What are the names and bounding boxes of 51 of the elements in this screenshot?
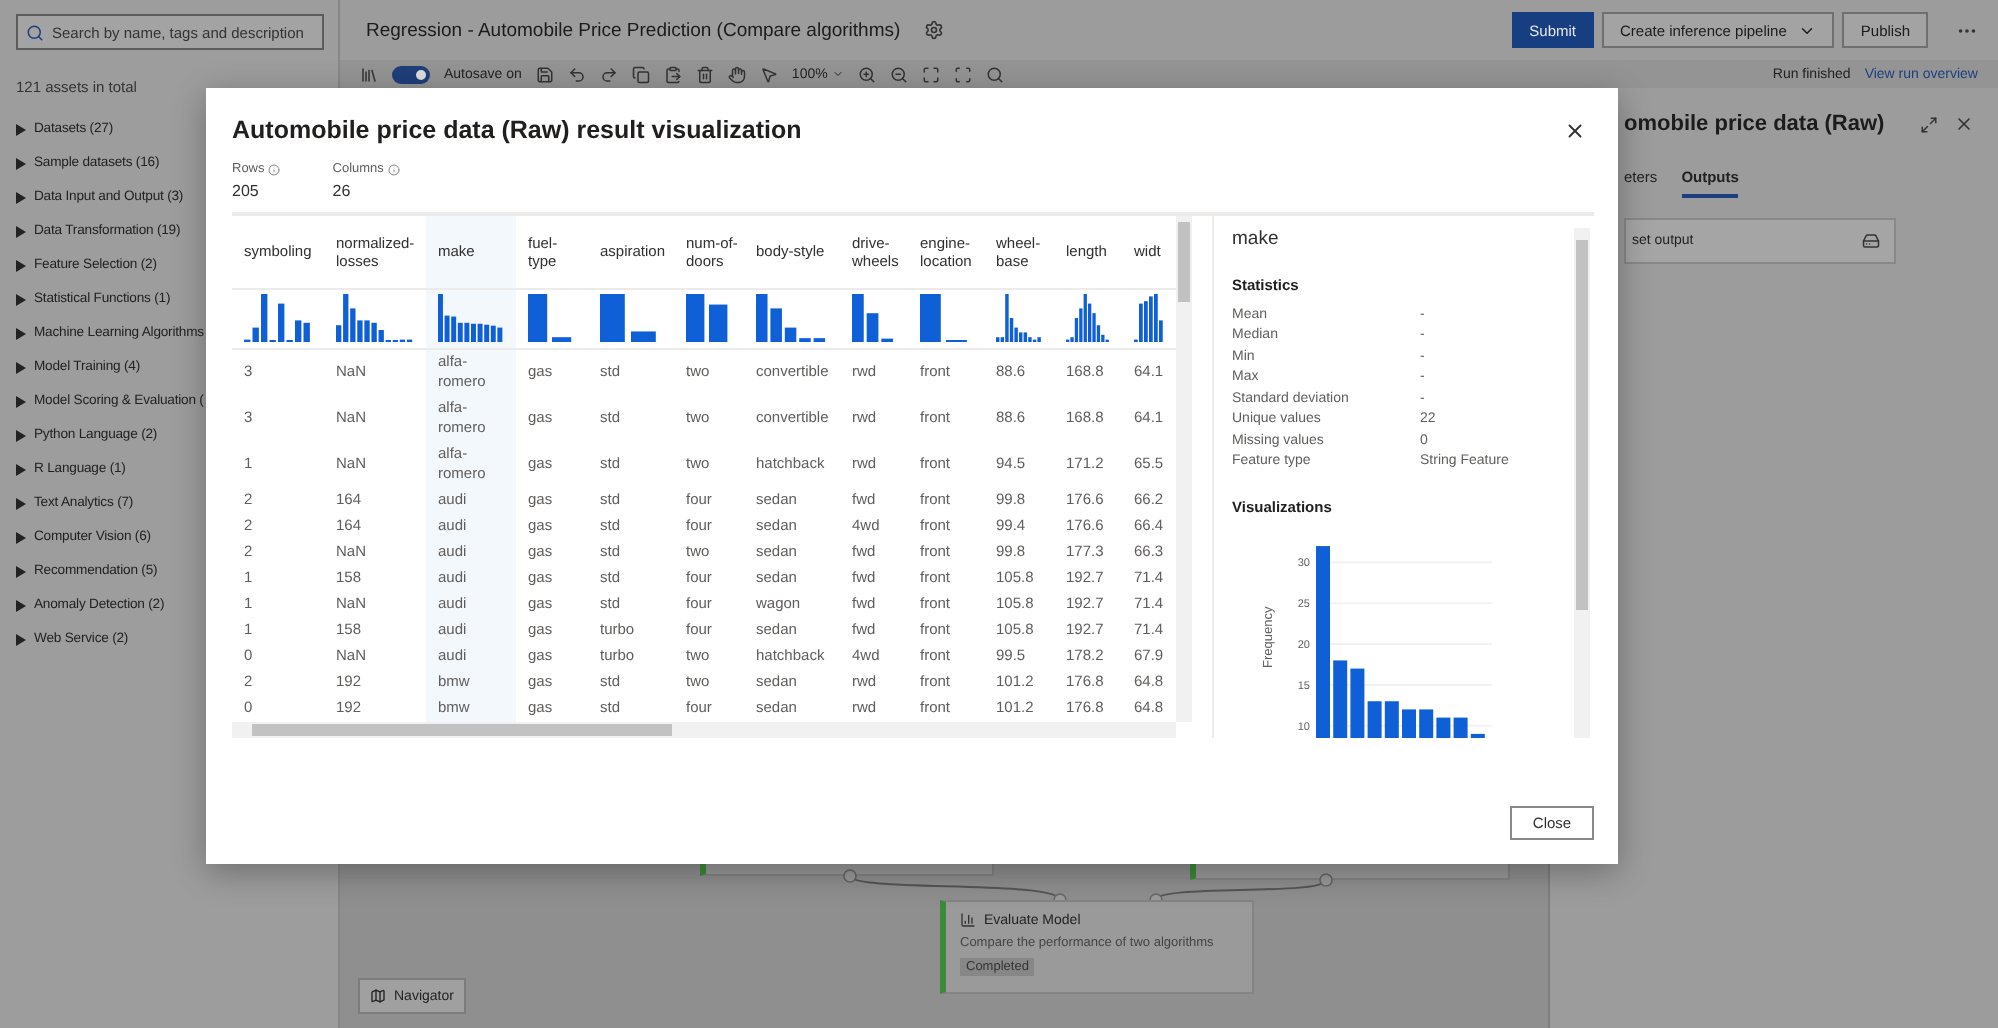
histogram-drawing (686, 294, 732, 342)
histogram-drawing (600, 294, 662, 342)
pipeline-title: Regression - Automobile Price Prediction (Compare algorithms) (366, 19, 901, 41)
panel-title: omobile price data (Raw) (1624, 112, 1887, 136)
save-icon[interactable] (535, 65, 554, 83)
paste-icon[interactable] (663, 65, 682, 83)
search-icon[interactable] (985, 65, 1004, 83)
library-icon[interactable] (360, 65, 378, 83)
stat-value: 26 (332, 182, 353, 200)
histogram-drawing (852, 294, 896, 342)
copy-icon[interactable] (631, 65, 650, 83)
redo-icon[interactable] (599, 65, 618, 83)
histogram-drawing (244, 294, 312, 342)
expand-icon[interactable] (1920, 115, 1938, 133)
column-name: make (1232, 228, 1281, 250)
histogram-drawing (336, 294, 414, 342)
scroll-thumb[interactable] (1576, 240, 1588, 610)
pointer-icon[interactable] (759, 65, 778, 83)
vertical-scrollbar[interactable] (1574, 228, 1590, 738)
info-icon (268, 163, 281, 175)
vertical-scrollbar[interactable] (1176, 216, 1192, 722)
zoom-out-icon[interactable] (889, 65, 908, 83)
chart-icon (960, 912, 976, 928)
histogram-drawing (920, 294, 972, 342)
scroll-thumb[interactable] (1178, 222, 1190, 302)
frame-icon[interactable] (953, 65, 972, 83)
histogram-drawing (438, 294, 504, 342)
caret-icon (831, 68, 844, 80)
info-icon (387, 163, 400, 175)
autosave-toggle[interactable] (392, 65, 430, 83)
close-icon[interactable] (1954, 114, 1974, 134)
close-button[interactable] (1564, 119, 1586, 141)
dialog-title: Automobile price data (Raw) result visualization (232, 116, 802, 144)
stat-value: 205 (232, 182, 261, 200)
chart-bar (1402, 709, 1416, 738)
histogram-drawing (528, 294, 576, 342)
zoom-in-icon[interactable] (857, 65, 876, 83)
histogram-drawing (756, 294, 828, 342)
undo-icon[interactable] (567, 65, 586, 83)
histogram-drawing (1134, 294, 1164, 342)
fit-icon[interactable] (921, 65, 940, 83)
settings-icon[interactable] (924, 20, 945, 40)
search-icon (26, 23, 44, 41)
horizontal-scrollbar[interactable] (232, 722, 1176, 738)
hand-icon[interactable] (727, 65, 746, 83)
delete-icon[interactable] (695, 65, 714, 83)
drive-icon (1862, 232, 1880, 250)
scroll-thumb[interactable] (252, 724, 672, 736)
histogram-drawing (996, 294, 1042, 342)
histogram-drawing (1066, 294, 1110, 342)
map-icon (370, 988, 386, 1004)
